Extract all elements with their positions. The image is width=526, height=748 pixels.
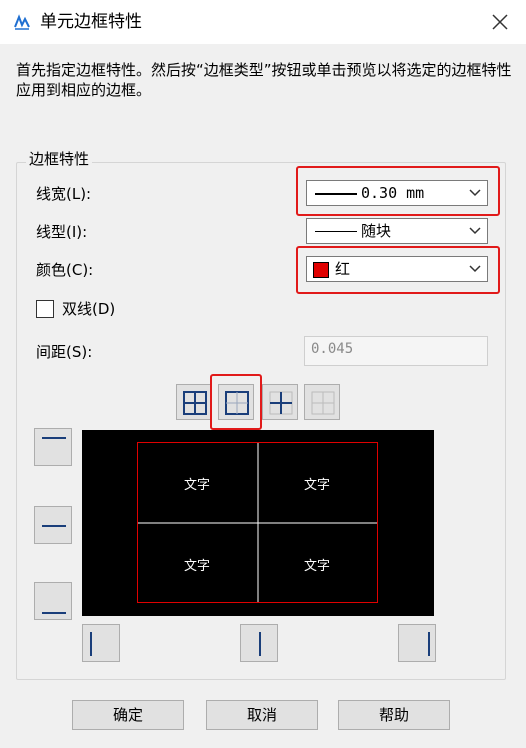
preview-cell-text: 文字 xyxy=(183,478,210,493)
right-border-icon xyxy=(428,632,430,656)
help-button[interactable]: 帮助 xyxy=(338,700,450,730)
preview-grid xyxy=(137,442,378,603)
border-preview[interactable]: 文字 文字 文字 文字 xyxy=(82,430,434,616)
cancel-button[interactable]: 取消 xyxy=(206,700,318,730)
highlight-color xyxy=(296,246,500,294)
inner-horizontal-border-button[interactable] xyxy=(34,506,72,544)
inner-vertical-border-icon xyxy=(259,632,261,656)
all-borders-icon xyxy=(183,391,207,415)
inner-vertical-border-button[interactable] xyxy=(240,624,278,662)
right-border-button[interactable] xyxy=(398,624,436,662)
double-line-checkbox[interactable] xyxy=(36,300,54,318)
group-title: 边框特性 xyxy=(26,149,93,169)
highlight-outside-borders xyxy=(210,374,262,430)
bottom-border-button[interactable] xyxy=(34,582,72,620)
chevron-down-icon xyxy=(469,227,481,235)
line-width-label: 线宽(L): xyxy=(36,185,92,203)
spacing-label: 间距(S): xyxy=(36,343,93,361)
ok-button[interactable]: 确定 xyxy=(72,700,184,730)
inside-borders-icon xyxy=(269,391,293,415)
line-type-value: 随块 xyxy=(361,222,392,240)
no-borders-icon xyxy=(311,391,335,415)
spacing-value: 0.045 xyxy=(311,341,354,357)
window-title: 单元边框特性 xyxy=(40,12,142,32)
color-label: 颜色(C): xyxy=(36,261,94,279)
close-icon[interactable] xyxy=(488,10,512,34)
preview-cell-text: 文字 xyxy=(303,478,330,493)
left-border-button[interactable] xyxy=(82,624,120,662)
left-border-icon xyxy=(90,632,92,656)
inner-horizontal-border-icon xyxy=(42,525,66,527)
top-border-icon xyxy=(42,437,66,439)
preview-cell-text: 文字 xyxy=(183,559,210,574)
line-type-select[interactable]: 随块 xyxy=(306,218,488,244)
double-line-label: 双线(D) xyxy=(62,300,116,318)
inside-borders-button[interactable] xyxy=(262,384,298,420)
title-bar: 单元边框特性 xyxy=(0,0,526,44)
bottom-border-icon xyxy=(42,612,66,614)
highlight-line-width xyxy=(296,166,500,216)
all-borders-button[interactable] xyxy=(176,384,212,420)
spacing-input: 0.045 xyxy=(304,336,488,366)
line-type-label: 线型(I): xyxy=(36,223,88,241)
top-border-button[interactable] xyxy=(34,428,72,466)
description-text: 首先指定边框特性。然后按“边框类型”按钮或单击预览以将选定的边框特性应用到相应的… xyxy=(16,61,512,99)
line-sample-thin xyxy=(315,231,357,232)
preview-cell-text: 文字 xyxy=(303,559,330,574)
no-borders-button[interactable] xyxy=(304,384,340,420)
app-icon xyxy=(14,14,30,30)
